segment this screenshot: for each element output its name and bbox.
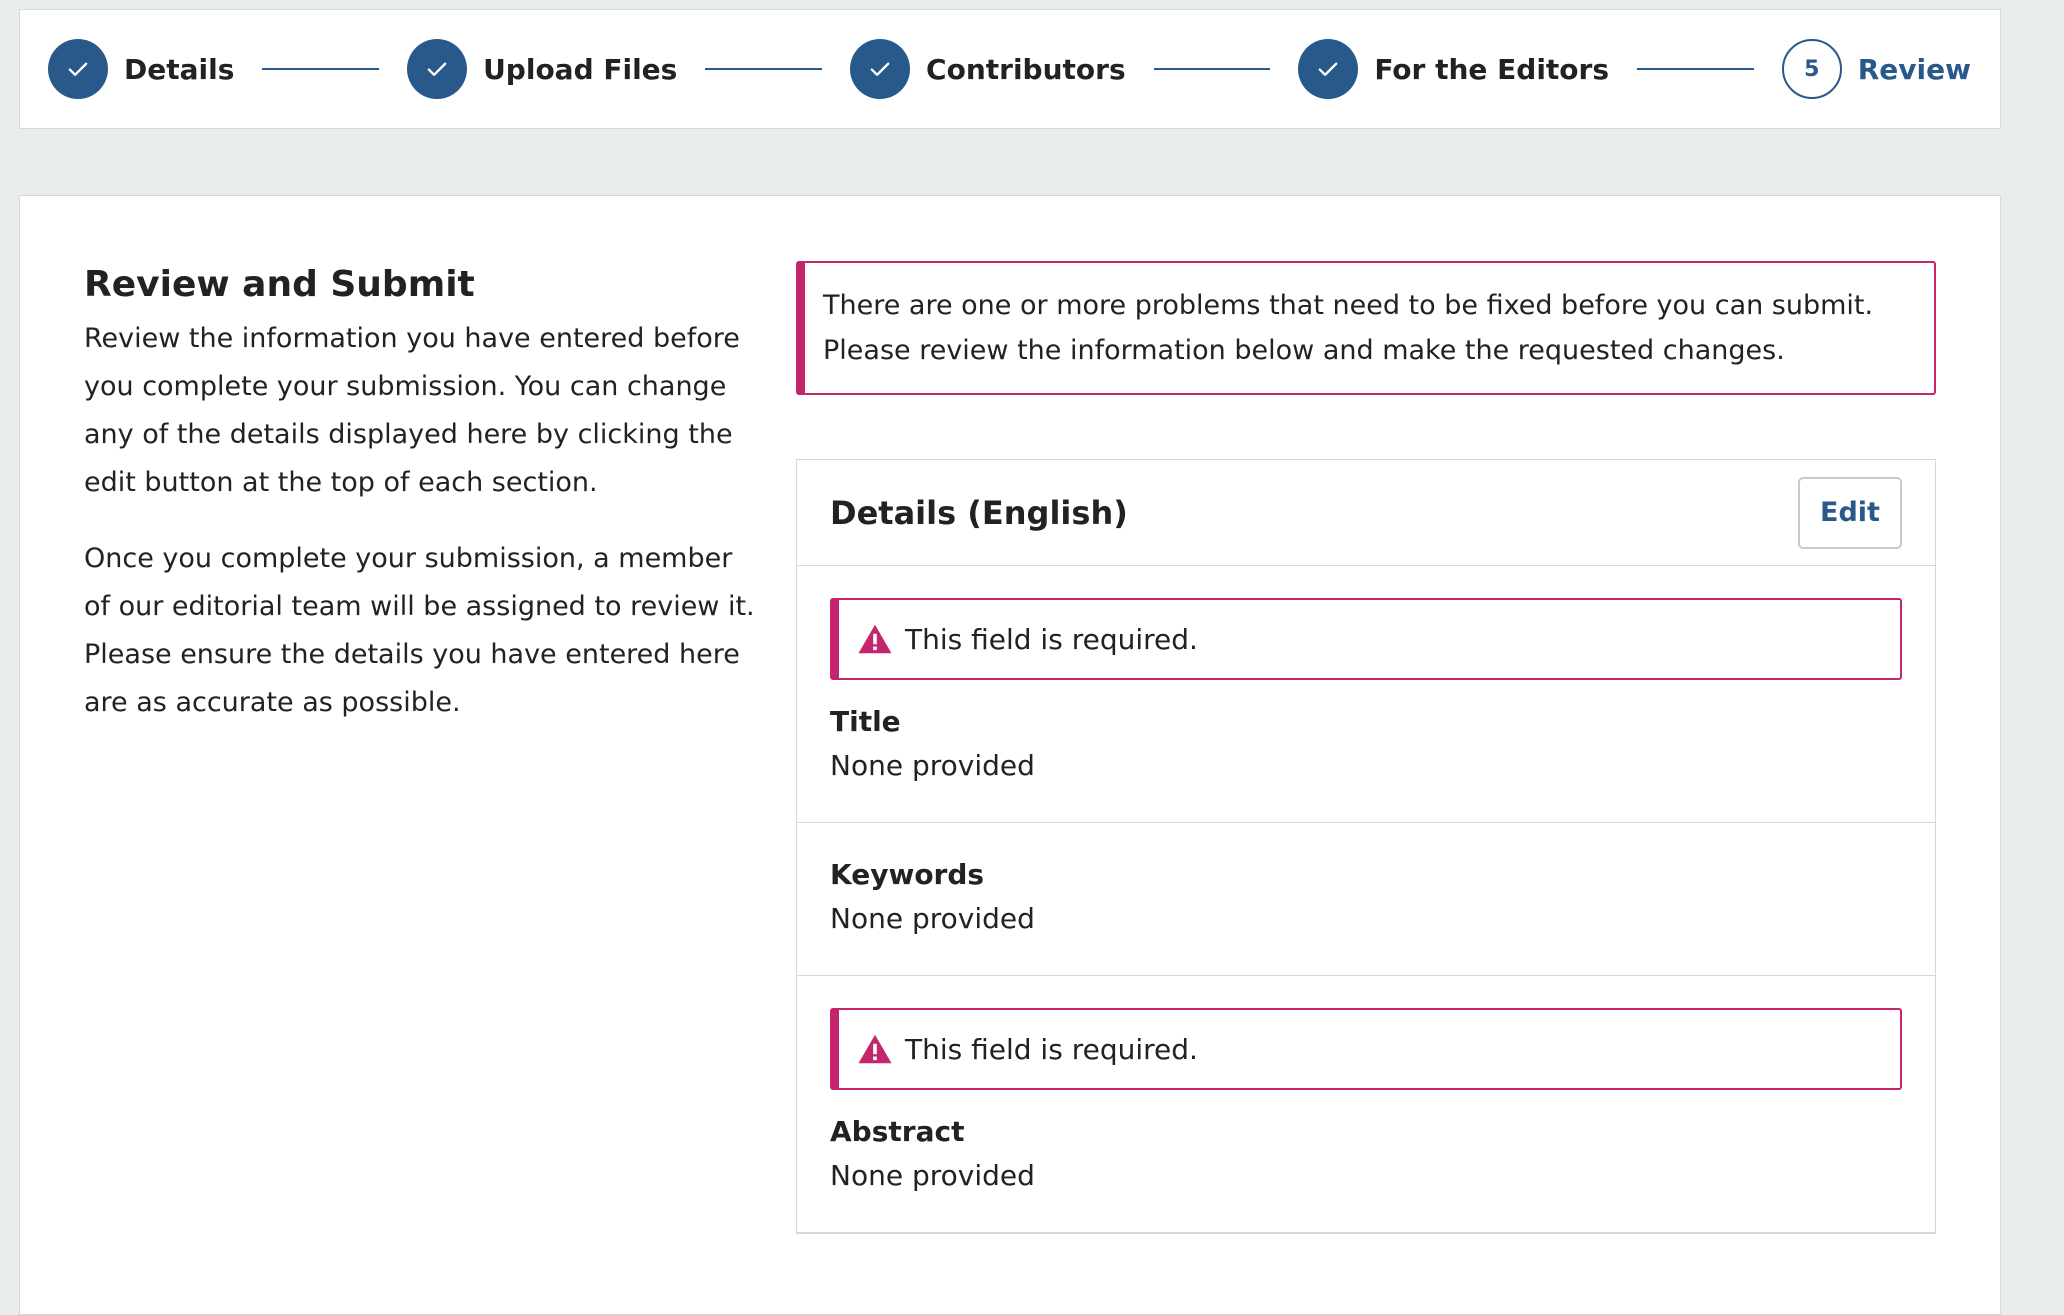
- step-details[interactable]: Details: [48, 39, 234, 99]
- field-label: Abstract: [830, 1115, 965, 1148]
- checkmark-icon: [1298, 39, 1359, 99]
- warning-icon: [858, 624, 892, 654]
- intro-paragraph: Review the information you have entered …: [84, 323, 740, 498]
- step-connector: [1637, 68, 1754, 70]
- panel-header: Details (English) Edit: [797, 460, 1935, 566]
- checkmark-icon: [850, 39, 911, 99]
- panel-title: Details (English): [830, 493, 1128, 532]
- step-label: For the Editors: [1374, 52, 1610, 86]
- notice-line: There are one or more problems that need…: [823, 290, 1874, 321]
- intro-section: Review and Submit Review the information…: [84, 262, 764, 755]
- step-connector: [705, 68, 823, 70]
- step-label: Details: [124, 52, 235, 86]
- step-number: 5: [1781, 39, 1842, 99]
- step-label: Contributors: [926, 52, 1126, 86]
- step-connector: [1153, 68, 1271, 70]
- field-keywords: Keywords None provided: [797, 823, 1935, 976]
- problems-notice: There are one or more problems that need…: [796, 261, 1936, 395]
- error-message: This field is required.: [905, 622, 1198, 656]
- review-card: Review and Submit Review the information…: [19, 195, 2001, 1315]
- field-value: None provided: [830, 1159, 1035, 1192]
- step-label: Upload Files: [483, 52, 678, 86]
- field-value: None provided: [830, 902, 1035, 935]
- step-label: Review: [1857, 52, 1971, 86]
- step-for-the-editors[interactable]: For the Editors: [1298, 39, 1609, 99]
- page-title: Review and Submit: [84, 264, 475, 305]
- intro-paragraph: Once you complete your submission, a mem…: [84, 543, 755, 718]
- edit-button[interactable]: Edit: [1798, 476, 1902, 549]
- checkmark-icon: [48, 39, 108, 99]
- field-value: None provided: [830, 749, 1035, 782]
- details-panel: Details (English) Edit This field is req…: [796, 459, 1936, 1234]
- checkmark-icon: [407, 39, 468, 99]
- warning-icon: [858, 1034, 892, 1064]
- step-contributors[interactable]: Contributors: [850, 39, 1126, 99]
- notice-line: Please review the information below and …: [823, 335, 1785, 366]
- error-message: This field is required.: [905, 1032, 1198, 1066]
- field-error: This field is required.: [830, 598, 1902, 680]
- review-column: There are one or more problems that need…: [796, 261, 1936, 1234]
- step-connector: [262, 68, 380, 70]
- field-error: This field is required.: [830, 1008, 1902, 1090]
- field-label: Keywords: [830, 858, 985, 891]
- step-upload-files[interactable]: Upload Files: [407, 39, 677, 99]
- submission-stepper: Details Upload Files Contributors For th…: [19, 9, 2001, 129]
- field-label: Title: [830, 705, 901, 738]
- field-abstract: This field is required. Abstract None pr…: [797, 976, 1935, 1233]
- step-review[interactable]: 5 Review: [1781, 39, 1971, 99]
- field-title: This field is required. Title None provi…: [797, 566, 1935, 823]
